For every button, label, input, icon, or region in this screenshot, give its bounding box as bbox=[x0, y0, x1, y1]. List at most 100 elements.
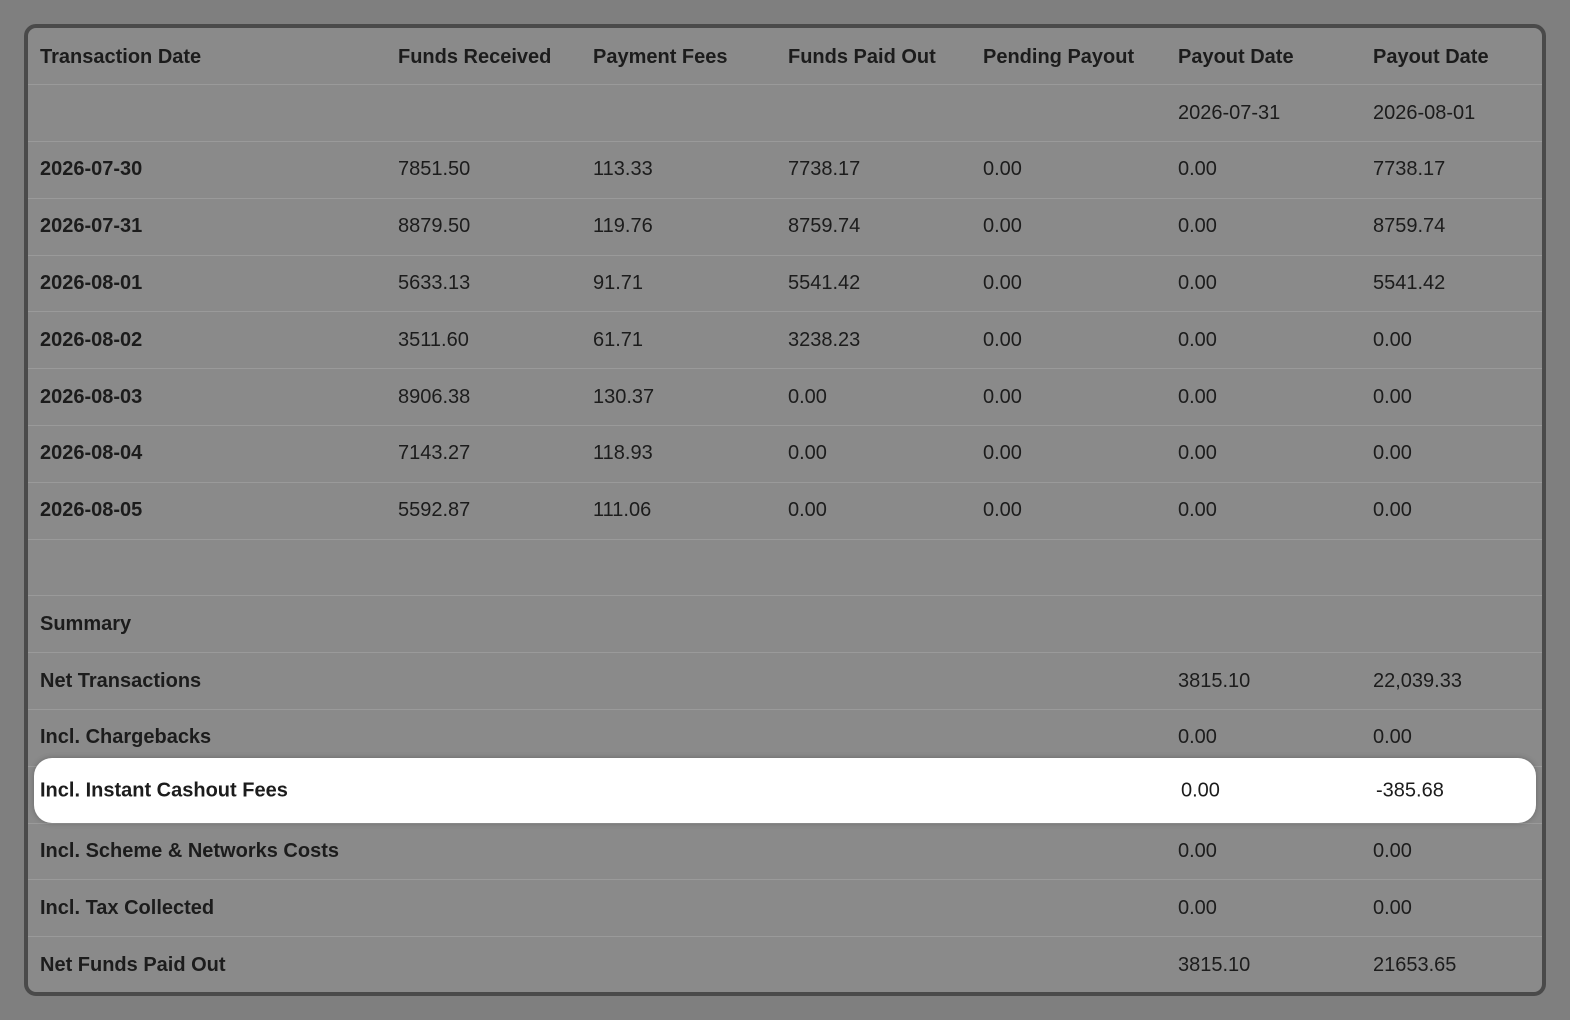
payout-1-cell: 0.00 bbox=[1166, 255, 1361, 313]
table-row: 2026-08-03 8906.38 130.37 0.00 0.00 0.00… bbox=[28, 368, 1542, 427]
summary-value-1: 3815.10 bbox=[1166, 936, 1361, 992]
funds-paid-out-cell: 3238.23 bbox=[776, 311, 971, 370]
payout-1-cell: 0.00 bbox=[1166, 482, 1361, 540]
payout-1-cell: 0.00 bbox=[1166, 141, 1361, 199]
summary-label: Incl. Instant Cashout Fees bbox=[40, 779, 288, 801]
summary-value-2: 0.00 bbox=[1361, 823, 1542, 881]
payment-fees-cell: 111.06 bbox=[581, 482, 776, 540]
summary-value-1: 0.00 bbox=[1166, 879, 1361, 938]
table-header-row: Transaction Date Funds Received Payment … bbox=[28, 28, 1542, 86]
table-row: 2026-08-05 5592.87 111.06 0.00 0.00 0.00… bbox=[28, 482, 1542, 540]
summary-heading-row: Summary bbox=[28, 595, 1542, 654]
funds-paid-out-cell: 5541.42 bbox=[776, 255, 971, 313]
empty-cell bbox=[386, 652, 1166, 711]
empty-cell bbox=[386, 84, 581, 143]
pending-payout-cell: 0.00 bbox=[971, 255, 1166, 313]
transaction-date-cell: 2026-07-30 bbox=[28, 141, 386, 199]
transaction-date-cell: 2026-08-03 bbox=[28, 368, 386, 427]
table-row: 2026-08-04 7143.27 118.93 0.00 0.00 0.00… bbox=[28, 425, 1542, 483]
funds-received-cell: 8879.50 bbox=[386, 198, 581, 256]
table-row: 2026-08-01 5633.13 91.71 5541.42 0.00 0.… bbox=[28, 255, 1542, 313]
empty-cell bbox=[581, 84, 776, 143]
column-header-funds-paid-out: Funds Paid Out bbox=[776, 28, 971, 86]
transaction-date-cell: 2026-08-01 bbox=[28, 255, 386, 313]
funds-paid-out-cell: 7738.17 bbox=[776, 141, 971, 199]
pending-payout-cell: 0.00 bbox=[971, 482, 1166, 540]
pending-payout-cell: 0.00 bbox=[971, 141, 1166, 199]
payout-2-cell: 0.00 bbox=[1361, 425, 1542, 483]
summary-value-1: 3815.10 bbox=[1166, 652, 1361, 711]
funds-paid-out-cell: 0.00 bbox=[776, 482, 971, 540]
column-header-pending-payout: Pending Payout bbox=[971, 28, 1166, 86]
payment-fees-cell: 119.76 bbox=[581, 198, 776, 256]
payout-2-cell: 7738.17 bbox=[1361, 141, 1542, 199]
empty-cell bbox=[386, 823, 1166, 881]
summary-value-1: 0.00 bbox=[1166, 823, 1361, 881]
payout-date-value-2: 2026-08-01 bbox=[1361, 84, 1542, 143]
payout-2-cell: 5541.42 bbox=[1361, 255, 1542, 313]
payment-fees-cell: 61.71 bbox=[581, 311, 776, 370]
summary-label: Net Funds Paid Out bbox=[28, 936, 386, 992]
payment-fees-cell: 118.93 bbox=[581, 425, 776, 483]
payout-report-table: Transaction Date Funds Received Payment … bbox=[28, 28, 1542, 992]
funds-received-cell: 5633.13 bbox=[386, 255, 581, 313]
funds-received-cell: 3511.60 bbox=[386, 311, 581, 370]
transaction-date-cell: 2026-08-04 bbox=[28, 425, 386, 483]
table-row: 2026-08-02 3511.60 61.71 3238.23 0.00 0.… bbox=[28, 311, 1542, 370]
summary-row-tax-collected: Incl. Tax Collected 0.00 0.00 bbox=[28, 879, 1542, 938]
empty-cell bbox=[386, 595, 1542, 654]
funds-paid-out-cell: 0.00 bbox=[776, 425, 971, 483]
funds-received-cell: 7851.50 bbox=[386, 141, 581, 199]
summary-value-2: 22,039.33 bbox=[1361, 652, 1542, 711]
summary-label: Incl. Scheme & Networks Costs bbox=[28, 823, 386, 881]
payout-2-cell: 0.00 bbox=[1361, 368, 1542, 427]
pending-payout-cell: 0.00 bbox=[971, 198, 1166, 256]
payment-fees-cell: 113.33 bbox=[581, 141, 776, 199]
payment-fees-cell: 91.71 bbox=[581, 255, 776, 313]
table-row: 2026-07-31 8879.50 119.76 8759.74 0.00 0… bbox=[28, 198, 1542, 256]
funds-received-cell: 8906.38 bbox=[386, 368, 581, 427]
payout-1-cell: 0.00 bbox=[1166, 425, 1361, 483]
summary-title: Summary bbox=[28, 595, 386, 654]
empty-cell bbox=[28, 539, 1542, 597]
empty-cell bbox=[386, 879, 1166, 938]
pending-payout-cell: 0.00 bbox=[971, 311, 1166, 370]
column-header-payout-date-2: Payout Date bbox=[1361, 28, 1542, 86]
funds-paid-out-cell: 0.00 bbox=[776, 368, 971, 427]
highlighted-row-instant-cashout-fees: Incl. Instant Cashout Fees 0.00 -385.68 bbox=[34, 758, 1536, 823]
payout-2-cell: 0.00 bbox=[1361, 482, 1542, 540]
column-header-funds-received: Funds Received bbox=[386, 28, 581, 86]
summary-row-net-transactions: Net Transactions 3815.10 22,039.33 bbox=[28, 652, 1542, 711]
summary-row-scheme-networks-costs: Incl. Scheme & Networks Costs 0.00 0.00 bbox=[28, 823, 1542, 881]
funds-received-cell: 7143.27 bbox=[386, 425, 581, 483]
payout-report-panel: Transaction Date Funds Received Payment … bbox=[24, 24, 1546, 996]
payout-2-cell: 8759.74 bbox=[1361, 198, 1542, 256]
payout-dates-row: 2026-07-31 2026-08-01 bbox=[28, 84, 1542, 143]
transaction-date-cell: 2026-07-31 bbox=[28, 198, 386, 256]
column-header-transaction-date: Transaction Date bbox=[28, 28, 386, 86]
pending-payout-cell: 0.00 bbox=[971, 425, 1166, 483]
payment-fees-cell: 130.37 bbox=[581, 368, 776, 427]
empty-cell bbox=[28, 84, 386, 143]
summary-value-2: 0.00 bbox=[1361, 879, 1542, 938]
table-row: 2026-07-30 7851.50 113.33 7738.17 0.00 0… bbox=[28, 141, 1542, 199]
transaction-date-cell: 2026-08-02 bbox=[28, 311, 386, 370]
empty-cell bbox=[386, 936, 1166, 992]
payout-2-cell: 0.00 bbox=[1361, 311, 1542, 370]
transaction-date-cell: 2026-08-05 bbox=[28, 482, 386, 540]
spacer-row bbox=[28, 539, 1542, 597]
summary-value-2: -385.68 bbox=[1376, 779, 1444, 801]
column-header-payment-fees: Payment Fees bbox=[581, 28, 776, 86]
payout-1-cell: 0.00 bbox=[1166, 311, 1361, 370]
funds-received-cell: 5592.87 bbox=[386, 482, 581, 540]
payout-1-cell: 0.00 bbox=[1166, 198, 1361, 256]
empty-cell bbox=[971, 84, 1166, 143]
column-header-payout-date-1: Payout Date bbox=[1166, 28, 1361, 86]
summary-value-2: 21653.65 bbox=[1361, 936, 1542, 992]
funds-paid-out-cell: 8759.74 bbox=[776, 198, 971, 256]
summary-row-net-funds-paid-out: Net Funds Paid Out 3815.10 21653.65 bbox=[28, 936, 1542, 992]
payout-date-value-1: 2026-07-31 bbox=[1166, 84, 1361, 143]
payout-1-cell: 0.00 bbox=[1166, 368, 1361, 427]
summary-value-1: 0.00 bbox=[1181, 779, 1220, 801]
pending-payout-cell: 0.00 bbox=[971, 368, 1166, 427]
